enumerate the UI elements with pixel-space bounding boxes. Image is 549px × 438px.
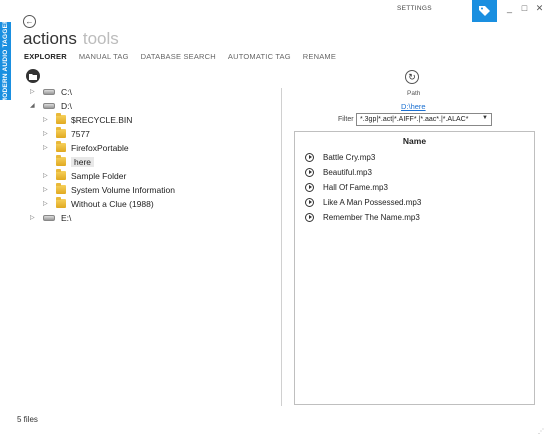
play-icon[interactable]: [305, 152, 314, 162]
tree-item-e-drive[interactable]: ▷ E:\: [30, 211, 71, 224]
play-icon[interactable]: [305, 182, 314, 192]
resize-grip-icon[interactable]: ⋰: [538, 428, 544, 435]
folder-icon: [56, 169, 66, 180]
drive-icon: [43, 102, 55, 109]
tree-item-c-drive[interactable]: ▷ C:\: [30, 85, 72, 98]
tree-item-system-volume-information[interactable]: ▷ System Volume Information: [43, 183, 175, 196]
tree-item-label: Without a Clue (1988): [71, 198, 154, 209]
file-name: Remember The Name.mp3: [323, 212, 420, 222]
file-name: Hall Of Fame.mp3: [323, 182, 388, 192]
folder-icon: [56, 127, 66, 138]
tree-item-label: Sample Folder: [71, 170, 127, 181]
tab-bar: EXPLORER MANUAL TAG DATABASE SEARCH AUTO…: [24, 52, 336, 61]
expand-arrow-icon[interactable]: ▷: [43, 144, 51, 151]
tab-manual-tag[interactable]: MANUAL TAG: [79, 52, 129, 61]
status-file-count: 5 files: [17, 415, 38, 424]
tab-automatic-tag[interactable]: AUTOMATIC TAG: [228, 52, 291, 61]
tree-item-d-drive[interactable]: ◢ D:\: [30, 99, 72, 112]
refresh-button[interactable]: ↻: [405, 70, 419, 84]
filter-value: *.3gp|*.act|*.AIFF*.|*.aac*.|*.ALAC*: [360, 116, 469, 123]
folder-icon: [56, 113, 66, 124]
settings-link[interactable]: SETTINGS: [397, 5, 432, 12]
file-row[interactable]: Battle Cry.mp3: [305, 151, 375, 163]
expand-arrow-icon[interactable]: ▷: [30, 214, 38, 221]
collapse-arrow-icon[interactable]: ◢: [30, 102, 38, 109]
dropdown-arrow-icon: ▼: [482, 115, 488, 121]
tag-icon: [479, 5, 490, 16]
tree-item-label: FirefoxPortable: [71, 142, 129, 153]
file-list: Name Battle Cry.mp3 Beautiful.mp3 Hall O…: [294, 131, 535, 405]
tree-item-label: System Volume Information: [71, 184, 175, 195]
window-controls: _ □ ✕: [502, 3, 547, 14]
path-link[interactable]: D:\here: [401, 102, 426, 111]
expand-arrow-icon[interactable]: ▷: [43, 186, 51, 193]
minimize-button[interactable]: _: [502, 3, 517, 14]
tab-database-search[interactable]: DATABASE SEARCH: [141, 52, 216, 61]
folder-icon: [56, 155, 66, 166]
file-row[interactable]: Beautiful.mp3: [305, 166, 372, 178]
title-sub[interactable]: tools: [83, 29, 119, 48]
expand-arrow-icon[interactable]: ▷: [43, 116, 51, 123]
app-sidebar-strip: MODERN AUDIO TAGGER: [0, 18, 11, 104]
open-folder-button[interactable]: [26, 69, 40, 83]
file-name: Beautiful.mp3: [323, 167, 372, 177]
close-button[interactable]: ✕: [532, 3, 547, 14]
folder-icon: [56, 183, 66, 194]
back-button[interactable]: ←: [23, 15, 36, 28]
expand-arrow-icon[interactable]: ▷: [43, 172, 51, 179]
tree-item-firefoxportable[interactable]: ▷ FirefoxPortable: [43, 141, 129, 154]
folder-icon: [56, 141, 66, 152]
folder-icon: [56, 197, 66, 208]
back-arrow-icon: ←: [25, 16, 34, 26]
drive-icon: [43, 88, 55, 95]
refresh-icon: ↻: [408, 71, 416, 82]
path-label: Path: [407, 90, 421, 97]
panel-divider[interactable]: [281, 88, 282, 406]
play-icon[interactable]: [305, 197, 314, 207]
tag-tile[interactable]: [472, 0, 497, 22]
file-row[interactable]: Like A Man Possessed.mp3: [305, 196, 421, 208]
expand-arrow-icon[interactable]: ▷: [43, 130, 51, 137]
tree-item-label: D:\: [61, 100, 72, 111]
maximize-button[interactable]: □: [517, 3, 532, 14]
file-name: Battle Cry.mp3: [323, 152, 376, 162]
tree-item-here[interactable]: here: [43, 155, 95, 168]
file-row[interactable]: Hall Of Fame.mp3: [305, 181, 388, 193]
filter-dropdown[interactable]: *.3gp|*.act|*.AIFF*.|*.aac*.|*.ALAC* ▼: [356, 113, 492, 126]
filter-label: Filter: [338, 116, 354, 123]
tree-item-label: here: [71, 156, 95, 167]
app-sidebar-label: MODERN AUDIO TAGGER: [2, 18, 9, 104]
tab-explorer[interactable]: EXPLORER: [24, 52, 67, 61]
file-list-header[interactable]: Name: [295, 136, 534, 146]
expand-arrow-icon[interactable]: ▷: [43, 200, 51, 207]
tab-rename[interactable]: RENAME: [303, 52, 336, 61]
tree-item-label: 7577: [71, 128, 90, 139]
expand-arrow-icon[interactable]: ▷: [30, 88, 38, 95]
drive-icon: [43, 214, 55, 221]
tree-item-7577[interactable]: ▷ 7577: [43, 127, 90, 140]
file-name: Like A Man Possessed.mp3: [323, 197, 422, 207]
folder-open-icon: [28, 73, 37, 80]
tree-item-label: E:\: [61, 212, 72, 223]
file-row[interactable]: Remember The Name.mp3: [305, 211, 420, 223]
tree-item-recycle-bin[interactable]: ▷ $RECYCLE.BIN: [43, 113, 132, 126]
tree-item-label: $RECYCLE.BIN: [71, 114, 133, 125]
play-icon[interactable]: [305, 167, 314, 177]
tree-item-without-a-clue[interactable]: ▷ Without a Clue (1988): [43, 197, 154, 210]
tree-item-sample-folder[interactable]: ▷ Sample Folder: [43, 169, 126, 182]
page-title: actions tools: [23, 29, 119, 49]
tree-item-label: C:\: [61, 86, 72, 97]
title-main: actions: [23, 29, 77, 48]
play-icon[interactable]: [305, 212, 314, 222]
